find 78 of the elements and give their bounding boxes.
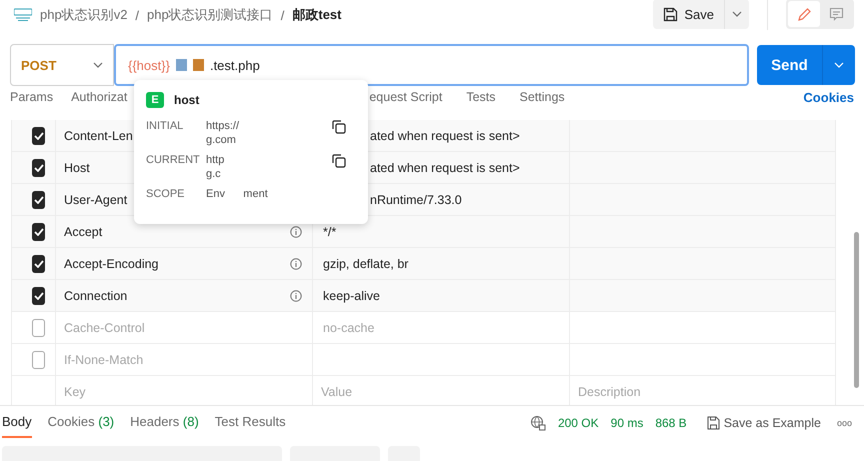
variable-label: SCOPE: [146, 188, 186, 200]
request-tab[interactable]: Tests: [466, 90, 496, 104]
breadcrumb-item[interactable]: php状态识别测试接口: [147, 6, 273, 24]
checkbox[interactable]: [32, 350, 45, 368]
breadcrumb-item[interactable]: php状态识别v2: [40, 6, 128, 24]
checkbox[interactable]: [32, 286, 45, 304]
variable-value: g.c: [206, 168, 222, 180]
header-key: Accept-Encoding: [64, 256, 159, 270]
variable-value: g.com: [206, 134, 237, 146]
check-icon: [34, 164, 44, 172]
request-tab[interactable]: Params: [10, 90, 54, 104]
request-tab[interactable]: equest Script: [369, 90, 442, 104]
checkbox[interactable]: [32, 222, 45, 240]
header-key: Cache-Control: [64, 320, 145, 334]
pencil-icon: [796, 6, 812, 22]
checkbox[interactable]: [32, 158, 45, 176]
checkbox[interactable]: [32, 126, 45, 144]
caret-icon: [732, 11, 742, 17]
header-key: User-Agent: [64, 192, 128, 206]
check-icon: [34, 196, 44, 204]
header-value: gzip, deflate, br: [323, 256, 408, 270]
response-size[interactable]: 868 B: [655, 416, 687, 430]
save-icon: [706, 416, 720, 430]
header-key: If-None-Match: [64, 352, 144, 366]
response-tab[interactable]: Cookies (3): [48, 408, 114, 438]
response-tab[interactable]: Headers (8): [130, 408, 199, 438]
globe-lock-icon[interactable]: [530, 415, 546, 431]
status-code[interactable]: 200 OK: [558, 416, 599, 430]
variable-label: INITIAL: [146, 120, 184, 134]
caret-icon: [93, 62, 103, 68]
response-tab[interactable]: Body: [2, 408, 32, 438]
copy-icon[interactable]: [332, 120, 346, 134]
save-icon: [663, 6, 678, 22]
method-dropdown[interactable]: POST: [10, 44, 114, 86]
copy-icon[interactable]: [332, 154, 346, 168]
redaction-mark: [192, 59, 204, 71]
request-tab[interactable]: Authorizat: [71, 90, 128, 104]
response-time[interactable]: 90 ms: [610, 416, 644, 430]
caret-icon: [834, 62, 844, 68]
variable-label: CURRENT: [146, 154, 201, 168]
redaction-mark: [176, 59, 187, 71]
header-value: */*: [323, 224, 336, 238]
checkbox[interactable]: [32, 318, 45, 336]
variable-value: Env ment: [206, 188, 269, 200]
variable-value: https://: [206, 120, 240, 132]
header-value: ated when request is sent>: [370, 160, 520, 174]
comment-icon: [828, 6, 844, 22]
header-value: no-cache: [323, 320, 374, 334]
header-value: ated when request is sent>: [370, 128, 520, 142]
header-value: nRuntime/7.33.0: [370, 192, 462, 206]
checkbox[interactable]: [32, 190, 45, 208]
variable-value: http: [206, 154, 226, 166]
environment-badge: E: [146, 92, 164, 108]
check-icon: [34, 260, 44, 268]
info-icon[interactable]: [290, 290, 302, 302]
header-key: Accept: [64, 224, 102, 238]
header-key: Connection: [64, 288, 128, 302]
header-key: Content-Len: [64, 128, 133, 142]
cookies-link[interactable]: Cookies: [803, 90, 854, 104]
header-value: keep-alive: [323, 288, 380, 302]
breadcrumb-item: 邮政test: [292, 6, 342, 24]
scrollbar[interactable]: [854, 232, 859, 388]
info-icon[interactable]: [290, 258, 302, 270]
response-tab[interactable]: Test Results: [214, 408, 286, 438]
info-icon[interactable]: [290, 226, 302, 238]
breadcrumb-separator: /: [280, 8, 284, 22]
check-icon: [34, 132, 44, 140]
variable-name: host: [174, 93, 200, 107]
breadcrumb-separator: /: [135, 8, 140, 22]
request-tab[interactable]: Settings: [520, 90, 565, 104]
edit-mode-button[interactable]: [788, 1, 820, 27]
http-icon: [14, 8, 32, 22]
check-icon: [34, 228, 44, 236]
check-icon: [34, 292, 44, 300]
header-key: Host: [64, 160, 90, 174]
checkbox[interactable]: [32, 254, 45, 272]
more-button[interactable]: ooo: [836, 418, 852, 428]
save-as-example-button[interactable]: Save as Example: [700, 415, 827, 431]
